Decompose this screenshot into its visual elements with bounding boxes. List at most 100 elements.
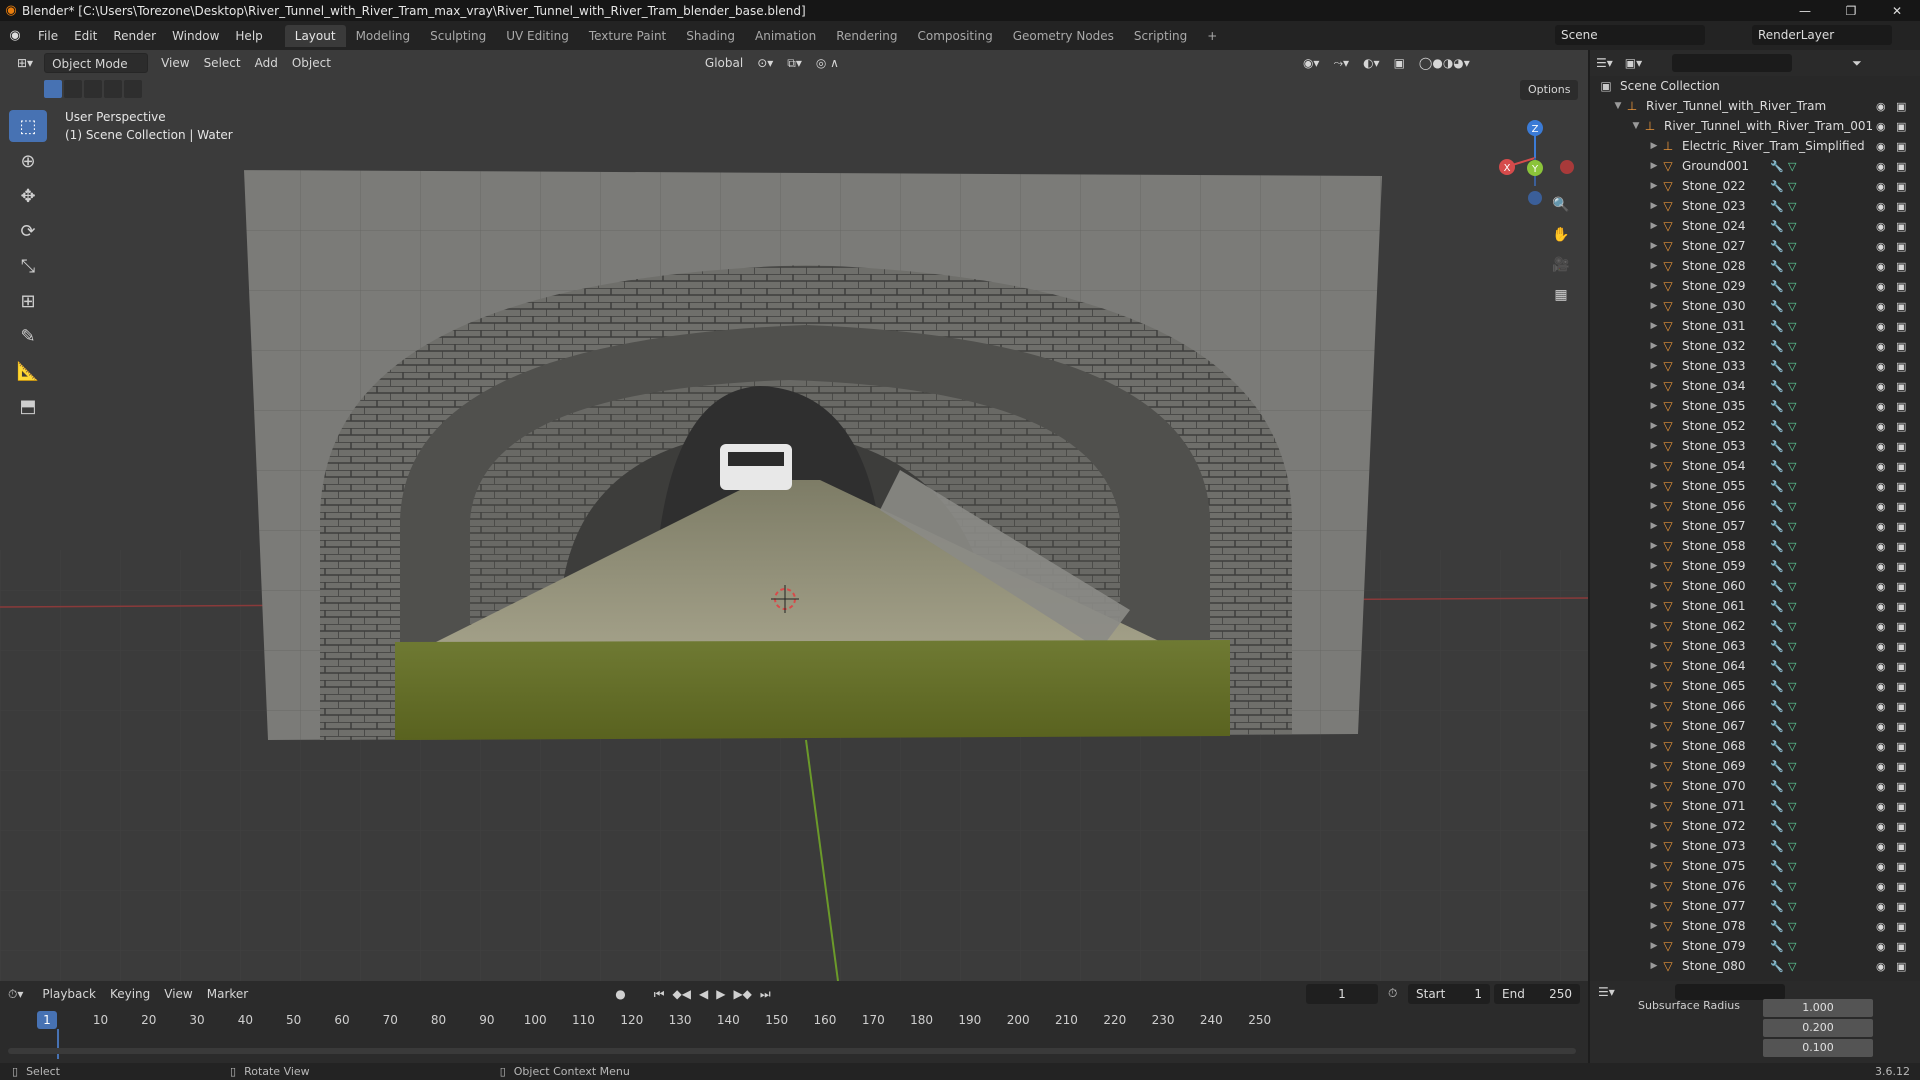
visibility-eye-icon[interactable]: ◉ [1876,780,1886,793]
render-camera-icon[interactable]: ▣ [1896,140,1906,153]
rotate-tool-icon[interactable]: ⟳ [9,215,47,247]
modifier-wrench-icon[interactable]: 🔧 [1770,300,1784,313]
modifier-wrench-icon[interactable]: 🔧 [1770,660,1784,673]
mesh-data-icon[interactable]: ▽ [1788,700,1796,713]
mesh-data-icon[interactable]: ▽ [1788,780,1796,793]
mesh-data-icon[interactable]: ▽ [1788,640,1796,653]
mesh-data-icon[interactable]: ▽ [1788,500,1796,513]
tree-item-object[interactable]: ▶ ▽ Stone_075 🔧 ▽ ◉ ▣ [1590,856,1920,876]
tab-texture-paint[interactable]: Texture Paint [579,25,676,47]
current-frame-indicator[interactable]: 1 [37,1011,57,1029]
tree-item-object[interactable]: ▶ ▽ Stone_072 🔧 ▽ ◉ ▣ [1590,816,1920,836]
modifier-wrench-icon[interactable]: 🔧 [1770,320,1784,333]
tab-scripting[interactable]: Scripting [1124,25,1197,47]
expand-arrow-icon[interactable]: ▶ [1648,441,1660,451]
object-mode-dropdown[interactable]: Object Mode [44,53,149,73]
render-camera-icon[interactable]: ▣ [1896,540,1906,553]
view-menu-timeline[interactable]: View [157,984,199,1004]
play-icon[interactable]: ▶ [716,987,725,1001]
select-difference-icon[interactable] [104,80,122,98]
expand-arrow-icon[interactable]: ▶ [1648,881,1660,891]
render-camera-icon[interactable]: ▣ [1896,660,1906,673]
frame-ruler[interactable]: 10 20 30 40 50 60 70 80 90 100 110 120 130 140 150 160 1… [0,1011,1588,1031]
visibility-eye-icon[interactable]: ◉ [1876,600,1886,613]
select-intersect-icon[interactable] [124,80,142,98]
expand-arrow-icon[interactable]: ▶ [1648,581,1660,591]
minimize-button[interactable]: — [1782,0,1828,21]
expand-arrow-icon[interactable]: ▶ [1648,841,1660,851]
render-camera-icon[interactable]: ▣ [1896,280,1906,293]
render-camera-icon[interactable]: ▣ [1896,360,1906,373]
blender-menu-icon[interactable]: ◉ [0,28,30,43]
render-camera-icon[interactable]: ▣ [1896,760,1906,773]
playhead-line[interactable] [57,1029,59,1059]
render-camera-icon[interactable]: ▣ [1896,600,1906,613]
render-camera-icon[interactable]: ▣ [1896,460,1906,473]
tree-item-object[interactable]: ▶ ▽ Stone_028 🔧 ▽ ◉ ▣ [1590,256,1920,276]
expand-arrow-icon[interactable]: ▶ [1648,501,1660,511]
tree-item-object[interactable]: ▶ ▽ Stone_030 🔧 ▽ ◉ ▣ [1590,296,1920,316]
render-camera-icon[interactable]: ▣ [1896,380,1906,393]
expand-arrow-icon[interactable]: ▶ [1648,901,1660,911]
visibility-eye-icon[interactable]: ◉ [1876,400,1886,413]
mesh-data-icon[interactable]: ▽ [1788,200,1796,213]
modifier-wrench-icon[interactable]: 🔧 [1770,500,1784,513]
close-button[interactable]: ✕ [1874,0,1920,21]
render-camera-icon[interactable]: ▣ [1896,520,1906,533]
expand-arrow-icon[interactable]: ▶ [1648,781,1660,791]
tab-shading[interactable]: Shading [676,25,745,47]
modifier-wrench-icon[interactable]: 🔧 [1770,360,1784,373]
tab-geometry-nodes[interactable]: Geometry Nodes [1003,25,1124,47]
mesh-data-icon[interactable]: ▽ [1788,380,1796,393]
visibility-eye-icon[interactable]: ◉ [1876,160,1886,173]
cursor-tool-icon[interactable]: ⊕ [9,145,47,177]
scale-tool-icon[interactable]: ⤡ [9,250,47,282]
expand-arrow-icon[interactable]: ▶ [1648,141,1660,151]
modifier-wrench-icon[interactable]: 🔧 [1770,680,1784,693]
mesh-data-icon[interactable]: ▽ [1788,940,1796,953]
measure-tool-icon[interactable]: 📐 [9,355,47,387]
visibility-eye-icon[interactable]: ◉ [1876,880,1886,893]
scene-selector[interactable]: Scene [1555,25,1705,45]
tree-item-object[interactable]: ▶ ▽ Stone_054 🔧 ▽ ◉ ▣ [1590,456,1920,476]
expand-arrow-icon[interactable]: ▶ [1648,301,1660,311]
stopwatch-icon[interactable]: ⏱ [1388,986,1397,1001]
render-camera-icon[interactable]: ▣ [1896,720,1906,733]
tab-animation[interactable]: Animation [745,25,826,47]
render-camera-icon[interactable]: ▣ [1896,480,1906,493]
jump-start-icon[interactable]: ⏮ [654,987,665,1002]
select-new-icon[interactable] [44,80,62,98]
tree-item-object[interactable]: ▶ ▽ Stone_060 🔧 ▽ ◉ ▣ [1590,576,1920,596]
3d-viewport[interactable]: ⊞▾ Object Mode View Select Add Object Gl… [0,50,1588,981]
view-menu[interactable]: View [154,53,196,73]
view-layer-selector[interactable]: RenderLayer [1752,25,1892,45]
visibility-icon[interactable]: ◉▾ [1296,53,1327,73]
tree-item-object[interactable]: ▶ ▽ Stone_064 🔧 ▽ ◉ ▣ [1590,656,1920,676]
modifier-wrench-icon[interactable]: 🔧 [1770,180,1784,193]
modifier-wrench-icon[interactable]: 🔧 [1770,740,1784,753]
tree-item-object[interactable]: ▶ ▽ Stone_068 🔧 ▽ ◉ ▣ [1590,736,1920,756]
expand-arrow-icon[interactable]: ▶ [1648,641,1660,651]
jump-end-icon[interactable]: ⏭ [760,987,771,1002]
modifier-wrench-icon[interactable]: 🔧 [1770,620,1784,633]
expand-arrow-icon[interactable]: ▶ [1648,561,1660,571]
expand-arrow-icon[interactable]: ▶ [1648,661,1660,671]
expand-arrow-icon[interactable]: ▶ [1648,801,1660,811]
modifier-wrench-icon[interactable]: 🔧 [1770,640,1784,653]
expand-arrow-icon[interactable]: ▶ [1648,821,1660,831]
expand-arrow-icon[interactable]: ▶ [1648,261,1660,271]
visibility-eye-icon[interactable]: ◉ [1876,180,1886,193]
render-camera-icon[interactable]: ▣ [1896,420,1906,433]
mesh-data-icon[interactable]: ▽ [1788,820,1796,833]
tree-item-object[interactable]: ▶ ▽ Stone_076 🔧 ▽ ◉ ▣ [1590,876,1920,896]
render-camera-icon[interactable]: ▣ [1896,440,1906,453]
select-menu[interactable]: Select [197,53,248,73]
tree-item-object[interactable]: ▶ ▽ Stone_034 🔧 ▽ ◉ ▣ [1590,376,1920,396]
mesh-data-icon[interactable]: ▽ [1788,540,1796,553]
expand-arrow-icon[interactable]: ▶ [1648,421,1660,431]
visibility-eye-icon[interactable]: ◉ [1876,320,1886,333]
visibility-eye-icon[interactable]: ◉ [1876,300,1886,313]
tree-item-object[interactable]: ▶ ▽ Stone_070 🔧 ▽ ◉ ▣ [1590,776,1920,796]
render-camera-icon[interactable]: ▣ [1896,860,1906,873]
visibility-eye-icon[interactable]: ◉ [1876,720,1886,733]
